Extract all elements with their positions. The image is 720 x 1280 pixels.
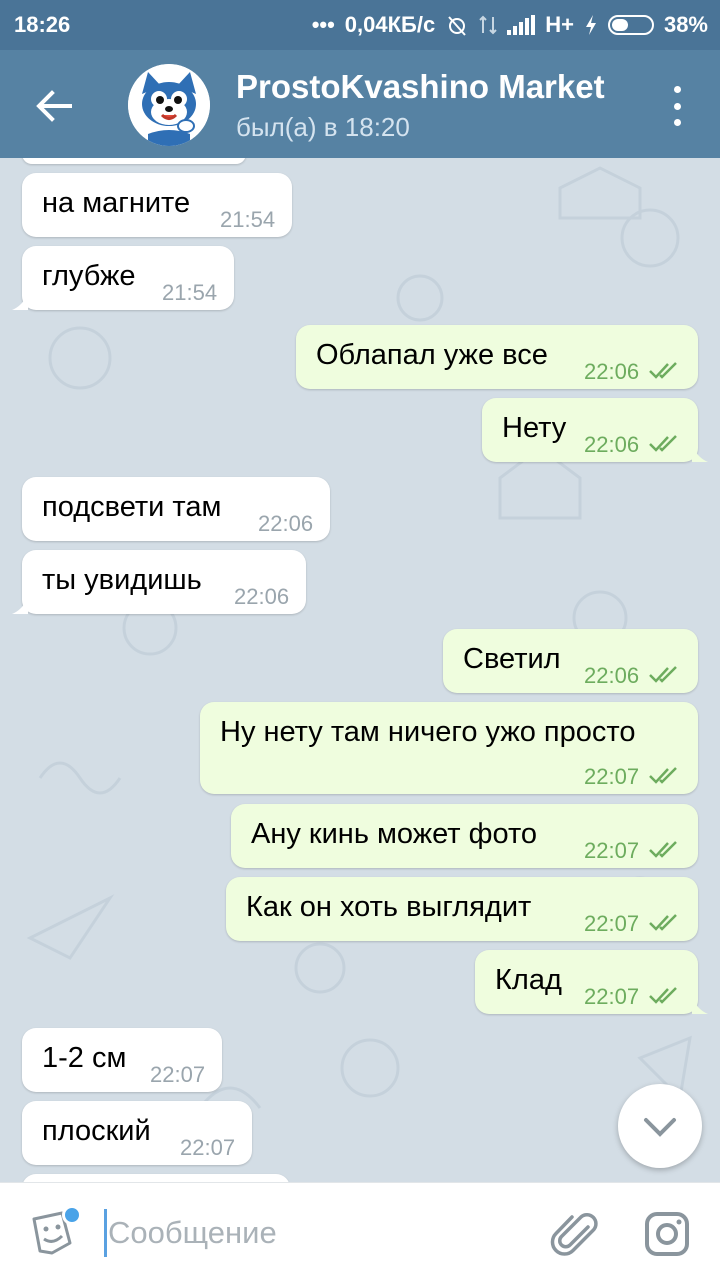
message-bubble[interactable]: на магните 21:54: [22, 173, 292, 237]
charging-icon: [585, 15, 596, 35]
message-text: Облапал уже все: [316, 339, 548, 371]
bubble-tail: [12, 294, 28, 310]
avatar[interactable]: [128, 64, 210, 146]
chat-title[interactable]: ProstoKvashino Market: [236, 68, 605, 106]
double-check-icon: [649, 914, 677, 931]
bubble-tail: [12, 598, 28, 614]
message-composer: [0, 1182, 720, 1280]
message-time: 22:06: [258, 511, 314, 536]
message-text: Как он хоть выглядит: [246, 891, 532, 923]
network-type: H+: [545, 12, 574, 37]
message-time: 22:06: [584, 432, 640, 457]
message-text: 1-2 см: [42, 1042, 127, 1074]
arrow-left-icon[interactable]: [32, 84, 76, 128]
message-text: Светил: [463, 643, 561, 675]
last-seen-status: был(а) в 18:20: [236, 112, 410, 142]
message-text: подсвети там: [42, 491, 222, 523]
battery-icon: [607, 15, 654, 35]
message-bubble-partial[interactable]: [22, 1174, 290, 1182]
message-bubble[interactable]: Как он хоть выглядит 22:07: [226, 877, 698, 941]
message-text: Ну нету там ничего ужо просто: [220, 716, 636, 748]
status-bar: 18:26 ••• 0,04КБ/с H+ 38%: [0, 0, 720, 50]
message-time: 22:06: [234, 584, 290, 609]
message-bubble[interactable]: глубже 21:54: [12, 246, 234, 310]
message-time: 22:07: [584, 764, 640, 789]
message-bubble[interactable]: подсвети там 22:06: [22, 477, 330, 541]
bubble-tail: [692, 446, 708, 462]
cat-avatar-image: [128, 64, 210, 146]
camera-icon[interactable]: [642, 1209, 692, 1259]
message-time: 22:07: [150, 1062, 206, 1087]
sync-icon: [479, 15, 497, 35]
notification-dot: [62, 1205, 82, 1225]
message-time: 22:06: [584, 359, 640, 384]
chevron-down-icon: [644, 1118, 676, 1137]
status-dots: •••: [311, 12, 335, 37]
message-bubble[interactable]: Облапал уже все 22:06: [296, 325, 698, 389]
double-check-icon: [649, 666, 677, 683]
message-time: 22:07: [584, 838, 640, 863]
message-bubble[interactable]: Ну нету там ничего ужо просто 22:07: [200, 702, 698, 794]
message-bubble[interactable]: плоский 22:07: [22, 1101, 252, 1165]
message-text: ты увидишь: [42, 564, 202, 596]
message-bubble[interactable]: Клад 22:07: [475, 950, 708, 1014]
message-time: 22:07: [180, 1135, 236, 1160]
message-text: глубже: [42, 260, 136, 292]
message-time: 21:54: [220, 207, 276, 232]
signal-icon: [507, 15, 536, 35]
bubble-tail: [692, 998, 708, 1014]
double-check-icon: [649, 767, 677, 784]
message-list[interactable]: на магните 21:54 глубже 21:54 Облапал уж…: [0, 158, 720, 1182]
message-bubble[interactable]: 1-2 см 22:07: [22, 1028, 222, 1092]
message-bubble-partial[interactable]: [22, 158, 246, 164]
scroll-down-button[interactable]: [618, 1084, 702, 1168]
text-cursor: [104, 1209, 107, 1257]
message-bubble[interactable]: Светил 22:06: [443, 629, 698, 693]
message-text: Ану кинь может фото: [251, 818, 538, 850]
double-check-icon: [649, 362, 677, 379]
status-time: 18:26: [14, 12, 71, 37]
message-bubble[interactable]: Ану кинь может фото 22:07: [231, 804, 698, 868]
alarm-off-icon: [448, 16, 466, 36]
battery-percent: 38%: [663, 12, 708, 37]
network-speed: 0,04КБ/с: [344, 12, 436, 37]
message-time: 22:06: [584, 663, 640, 688]
message-bubble[interactable]: Нету 22:06: [482, 398, 708, 462]
more-vertical-icon[interactable]: [670, 86, 684, 126]
message-text: плоский: [42, 1115, 151, 1147]
message-text: на магните: [42, 187, 191, 219]
message-text: Нету: [502, 412, 567, 444]
double-check-icon: [649, 987, 677, 1004]
message-time: 21:54: [162, 280, 218, 305]
message-time: 22:07: [584, 984, 640, 1009]
message-time: 22:07: [584, 911, 640, 936]
message-text: Клад: [495, 964, 562, 996]
double-check-icon: [649, 435, 677, 452]
double-check-icon: [649, 841, 677, 858]
chat-header: ProstoKvashino Market был(а) в 18:20: [0, 50, 720, 158]
message-input[interactable]: [108, 1211, 508, 1255]
status-icons: ••• 0,04КБ/с H+ 38%: [312, 12, 708, 38]
paperclip-icon[interactable]: [550, 1209, 600, 1259]
message-bubble[interactable]: ты увидишь 22:06: [12, 550, 306, 614]
